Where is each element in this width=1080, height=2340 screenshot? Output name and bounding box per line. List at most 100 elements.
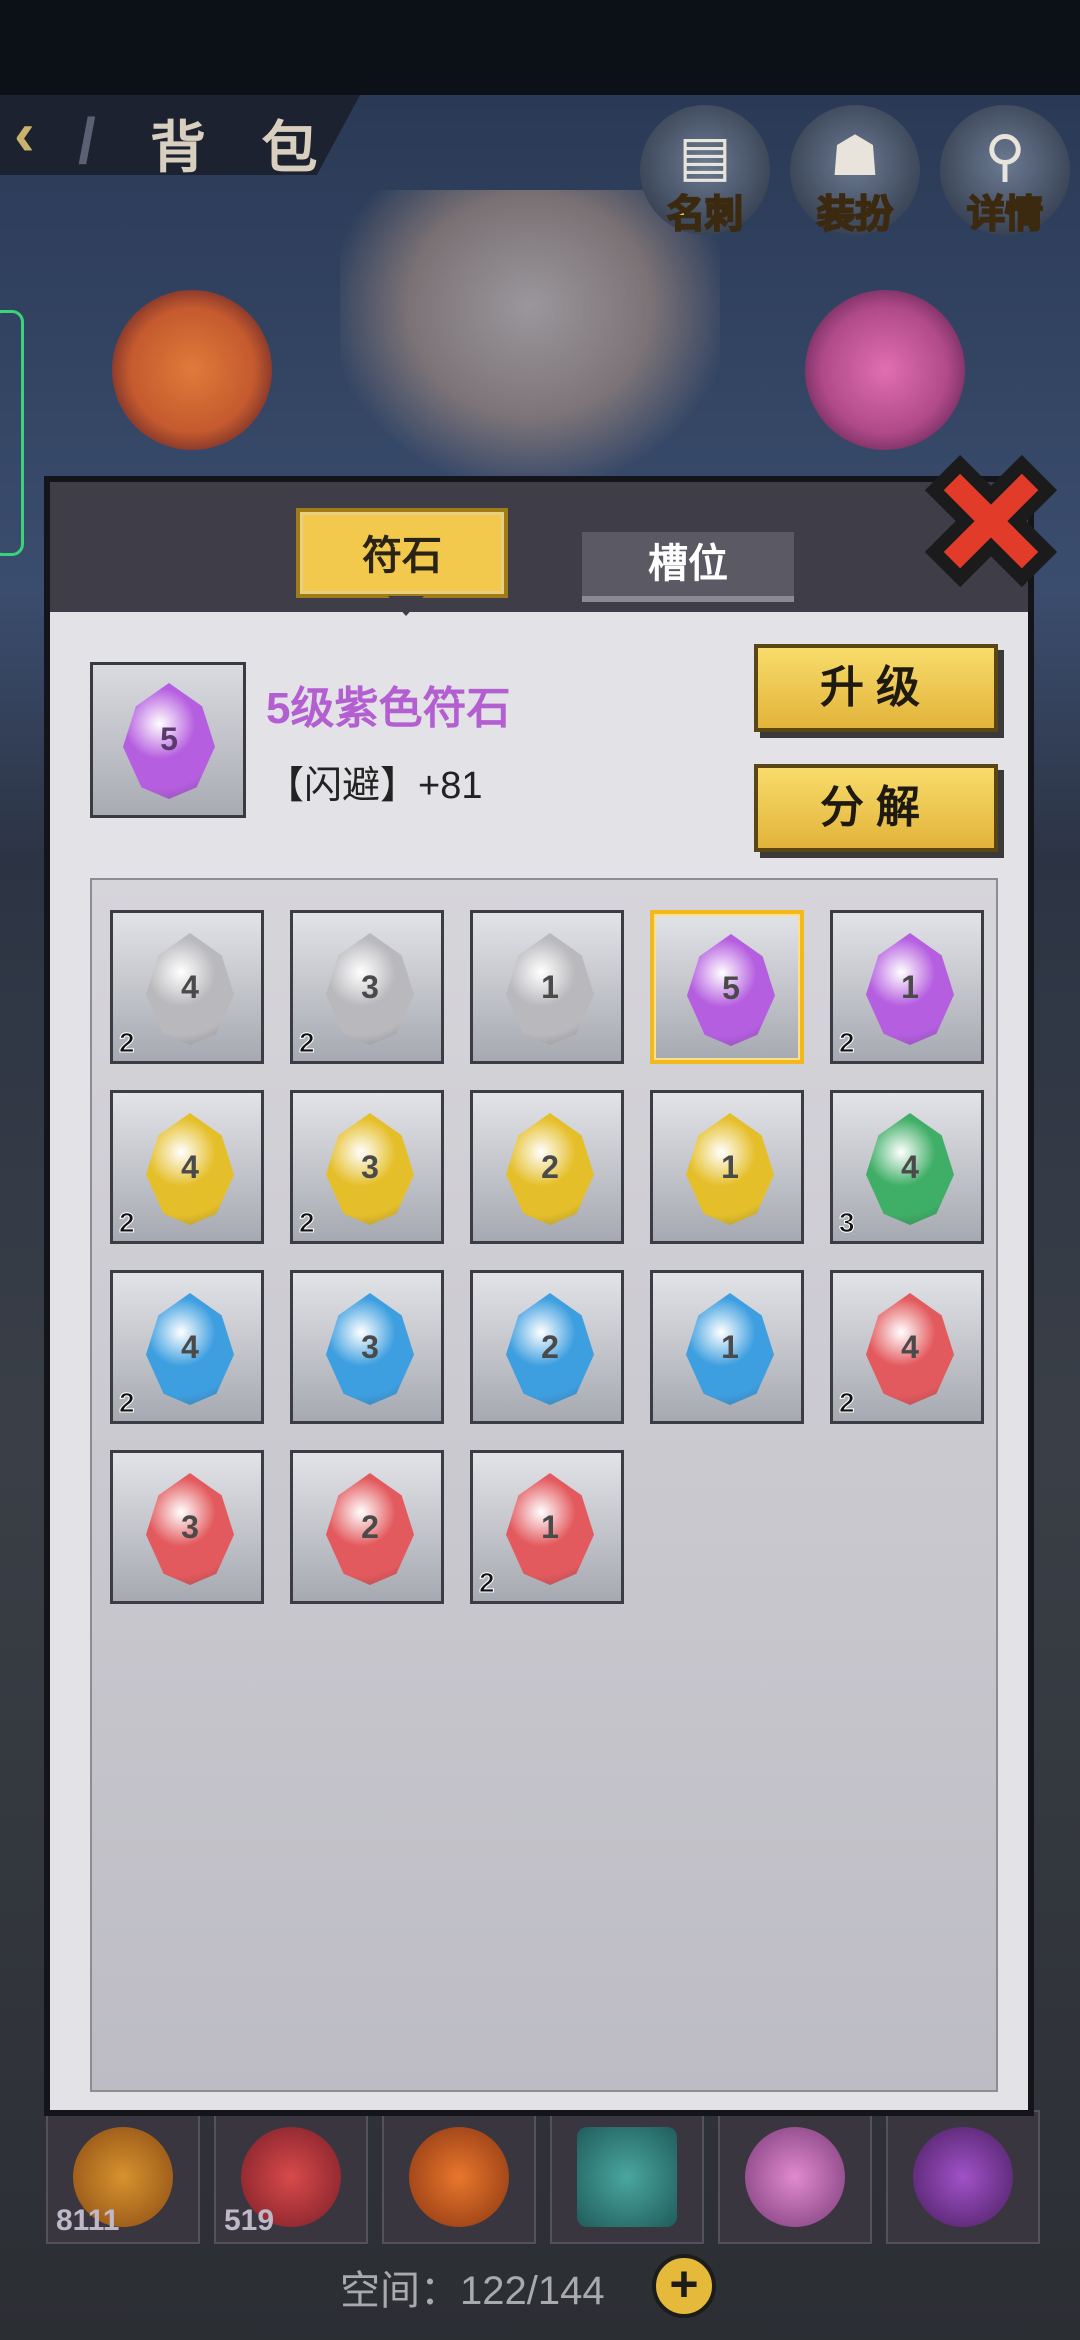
rune-count: 2 <box>839 1387 856 1419</box>
inventory-item[interactable] <box>886 2110 1040 2244</box>
rune-cell[interactable]: 1 <box>650 1090 804 1244</box>
expand-space-button[interactable]: + <box>652 2254 716 2318</box>
rune-count: 2 <box>119 1387 136 1419</box>
rune-gem-icon: 4 <box>866 1113 954 1225</box>
rune-cell[interactable]: 12 <box>470 1450 624 1604</box>
rune-gem-icon: 3 <box>326 933 414 1045</box>
equipment-slot-right[interactable] <box>805 290 965 450</box>
inventory-space: 空间：122/144 <box>340 2258 605 2316</box>
rune-grid: 423215124232214342321423212 <box>90 878 998 2092</box>
rune-gem-icon: 3 <box>326 1293 414 1405</box>
rune-gem-icon: 1 <box>506 933 594 1045</box>
rune-cell[interactable]: 5 <box>650 910 804 1064</box>
dress-up-button[interactable]: ☗ 装扮 <box>790 105 920 237</box>
selected-rune-gem: 5 <box>123 683 215 799</box>
rune-level: 4 <box>901 1329 919 1365</box>
selected-rune-name: 5级紫色符石 <box>266 684 511 733</box>
rune-level: 2 <box>541 1149 559 1185</box>
rune-level: 1 <box>721 1329 739 1365</box>
rune-cell[interactable]: 2 <box>470 1090 624 1244</box>
search-icon: ⚲ <box>984 124 1026 187</box>
rune-cell[interactable]: 12 <box>830 910 984 1064</box>
rune-count: 3 <box>839 1207 856 1239</box>
space-label: 空间： <box>340 2269 460 2313</box>
rune-count: 2 <box>299 1027 316 1059</box>
rune-level: 4 <box>901 1149 919 1185</box>
dress-up-label: 装扮 <box>816 193 894 237</box>
rune-cell[interactable]: 32 <box>290 910 444 1064</box>
rune-cell[interactable]: 42 <box>830 1270 984 1424</box>
card-icon: ▤ <box>678 124 732 187</box>
rune-gem-icon: 4 <box>866 1293 954 1405</box>
rune-level: 1 <box>541 969 559 1005</box>
selected-rune-stat: 【闪避】+81 <box>266 765 483 807</box>
rune-level: 4 <box>181 1329 199 1365</box>
rune-count: 2 <box>479 1567 496 1599</box>
rune-level: 3 <box>361 969 379 1005</box>
rune-level: 3 <box>361 1149 379 1185</box>
tab-rune[interactable]: 符石 <box>296 508 508 616</box>
modal-header: 符石 槽位 <box>50 482 1028 616</box>
rune-gem-icon: 1 <box>866 933 954 1045</box>
rune-gem-icon: 3 <box>326 1113 414 1225</box>
inventory-item[interactable] <box>718 2110 872 2244</box>
rune-cell[interactable]: 42 <box>110 1270 264 1424</box>
rune-level: 3 <box>361 1329 379 1365</box>
page-title: 背 包 <box>150 115 336 181</box>
dismantle-button[interactable]: 分解 <box>754 764 998 852</box>
tab-slot[interactable]: 槽位 <box>582 532 794 602</box>
rune-cell[interactable]: 2 <box>290 1450 444 1604</box>
rune-count: 2 <box>299 1207 316 1239</box>
title-divider: / <box>78 105 96 177</box>
back-button[interactable]: ‹ <box>14 100 74 170</box>
inventory-item[interactable]: 519 <box>214 2110 368 2244</box>
rune-cell[interactable]: 2 <box>470 1270 624 1424</box>
close-button[interactable]: ✖ <box>916 436 1066 614</box>
rune-count: 2 <box>119 1207 136 1239</box>
rune-cell[interactable]: 3 <box>110 1450 264 1604</box>
close-x-icon: ✖ <box>916 430 1066 620</box>
rune-gem-icon: 4 <box>146 933 234 1045</box>
rune-count: 2 <box>119 1027 136 1059</box>
rune-cell[interactable]: 42 <box>110 1090 264 1244</box>
profile-card-label: 名刺 <box>666 193 744 237</box>
rune-gem-icon: 1 <box>686 1293 774 1405</box>
rune-modal: 符石 槽位 5 5级紫色符石 【闪避】+81 升级 分解 42321512423… <box>44 476 1034 2116</box>
inventory-item[interactable] <box>550 2110 704 2244</box>
chevron-left-icon: ‹ <box>14 100 35 169</box>
inventory-item[interactable]: 8111 <box>46 2110 200 2244</box>
details-label: 详情 <box>966 193 1044 237</box>
rune-level: 4 <box>181 1149 199 1185</box>
equipment-slot-left[interactable] <box>112 290 272 450</box>
details-button[interactable]: ⚲ 详情 <box>940 105 1070 237</box>
profile-card-button[interactable]: ▤ 名刺 <box>640 105 770 237</box>
rune-gem-icon: 2 <box>326 1473 414 1585</box>
rune-cell[interactable]: 43 <box>830 1090 984 1244</box>
selected-rune-frame: 5 <box>90 662 246 818</box>
rune-level: 5 <box>722 970 740 1006</box>
rune-level: 1 <box>721 1149 739 1185</box>
rune-level: 4 <box>181 969 199 1005</box>
rune-level: 1 <box>901 969 919 1005</box>
rune-gem-icon: 2 <box>506 1293 594 1405</box>
rune-cell[interactable]: 1 <box>470 910 624 1064</box>
rune-gem-icon: 5 <box>687 934 775 1046</box>
rune-cell[interactable]: 3 <box>290 1270 444 1424</box>
upgrade-button[interactable]: 升级 <box>754 644 998 732</box>
side-tab-indicator[interactable] <box>0 310 24 556</box>
rune-gem-icon: 4 <box>146 1293 234 1405</box>
rune-gem-icon: 4 <box>146 1113 234 1225</box>
rune-level: 3 <box>181 1509 199 1545</box>
inventory-count: 519 <box>224 2204 275 2237</box>
selected-rune-level: 5 <box>160 721 178 757</box>
rune-count: 2 <box>839 1027 856 1059</box>
space-value: 122/144 <box>460 2269 605 2313</box>
inventory-item[interactable] <box>382 2110 536 2244</box>
rune-cell[interactable]: 32 <box>290 1090 444 1244</box>
rune-gem-icon: 1 <box>686 1113 774 1225</box>
plus-icon: + <box>669 2256 699 2312</box>
inventory-count: 8111 <box>56 2204 120 2237</box>
rune-gem-icon: 3 <box>146 1473 234 1585</box>
rune-cell[interactable]: 42 <box>110 910 264 1064</box>
rune-cell[interactable]: 1 <box>650 1270 804 1424</box>
